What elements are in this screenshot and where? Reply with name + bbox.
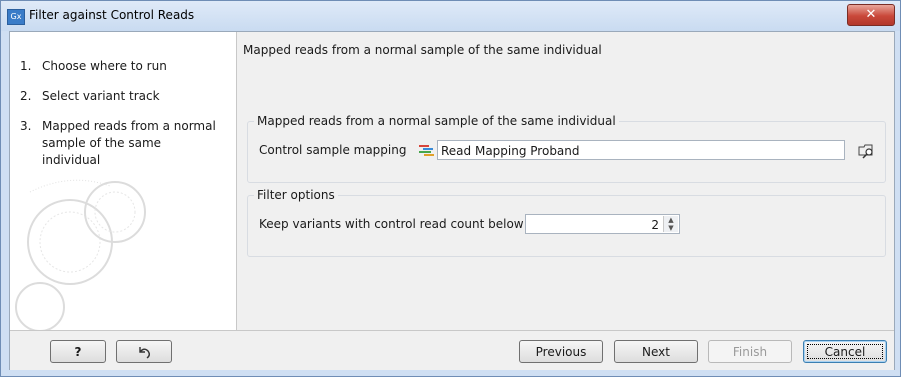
mapping-group: Mapped reads from a normal sample of the… — [247, 114, 886, 183]
button-bar: ? Previous Next Finish Cancel — [10, 330, 894, 370]
filter-options-group: Filter options Keep variants with contro… — [247, 188, 886, 257]
control-sample-mapping-label: Control sample mapping — [259, 143, 407, 157]
title-bar[interactable]: Gx Filter against Control Reads ✕ — [1, 1, 900, 31]
main-pane: Mapped reads from a normal sample of the… — [237, 32, 894, 330]
step-number: 3. — [20, 119, 32, 133]
step-item-current[interactable]: 3. Mapped reads from a normal sample of … — [20, 118, 230, 169]
step-label: Mapped reads from a normal sample of the… — [42, 119, 216, 167]
next-button[interactable]: Next — [614, 340, 698, 363]
read-mapping-icon — [419, 145, 434, 156]
previous-button[interactable]: Previous — [519, 340, 603, 363]
step-number: 1. — [20, 59, 32, 73]
steps-list: 1. Choose where to run 2. Select variant… — [20, 58, 230, 182]
close-button[interactable]: ✕ — [847, 4, 895, 26]
dialog-body: 1. Choose where to run 2. Select variant… — [9, 31, 895, 370]
step-label: Select variant track — [42, 89, 160, 103]
reset-button[interactable] — [116, 340, 172, 363]
control-read-count-spinner[interactable]: 2 ▲ ▼ — [525, 214, 680, 234]
control-read-count-value: 2 — [651, 218, 659, 232]
spin-up-icon[interactable]: ▲ — [664, 216, 678, 224]
window-title: Filter against Control Reads — [29, 8, 195, 22]
reset-icon — [139, 347, 150, 359]
step-number: 2. — [20, 89, 32, 103]
help-button[interactable]: ? — [50, 340, 106, 363]
step-label: Choose where to run — [42, 59, 167, 73]
step-item[interactable]: 2. Select variant track — [20, 88, 230, 105]
decorative-circles-graphic — [15, 179, 146, 330]
browse-icon[interactable] — [857, 141, 877, 159]
dialog-window: Gx Filter against Control Reads ✕ 1. Cho… — [0, 0, 901, 377]
app-icon: Gx — [7, 9, 25, 25]
focus-rectangle — [807, 344, 883, 359]
steps-pane: 1. Choose where to run 2. Select variant… — [10, 32, 237, 330]
page-header: Mapped reads from a normal sample of the… — [243, 43, 602, 57]
spin-down-icon[interactable]: ▼ — [664, 224, 678, 232]
finish-button[interactable]: Finish — [708, 340, 792, 363]
control-read-count-label: Keep variants with control read count be… — [259, 217, 524, 231]
filter-options-legend: Filter options — [254, 188, 338, 202]
control-sample-mapping-field[interactable]: Read Mapping Proband — [437, 140, 845, 160]
spinner-buttons: ▲ ▼ — [663, 216, 678, 232]
cancel-button[interactable]: Cancel — [803, 340, 887, 363]
step-item[interactable]: 1. Choose where to run — [20, 58, 230, 75]
mapping-group-legend: Mapped reads from a normal sample of the… — [254, 114, 619, 128]
